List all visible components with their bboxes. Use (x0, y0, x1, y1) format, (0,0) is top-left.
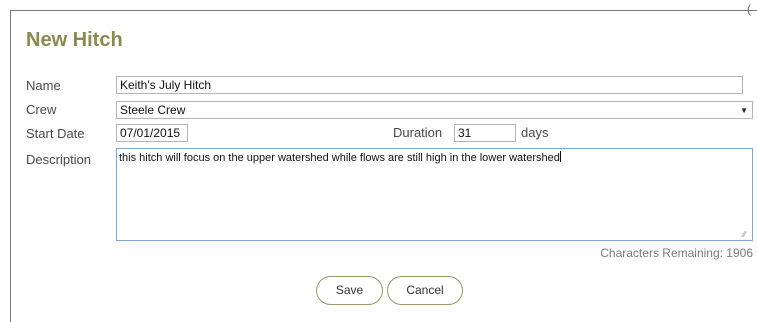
duration-unit-label: days (521, 125, 549, 140)
dialog-title: New Hitch (26, 29, 123, 51)
cancel-button[interactable]: Cancel (387, 276, 463, 305)
dialog-left-border (10, 10, 11, 322)
characters-remaining: Characters Remaining: 1906 (600, 246, 753, 260)
dropdown-arrow-icon: ▼ (740, 106, 748, 115)
crew-select[interactable]: Steele Crew ▼ (116, 101, 753, 119)
start-date-label: Start Date (26, 126, 85, 141)
description-textarea[interactable]: this hitch will focus on the upper water… (116, 148, 753, 241)
start-date-input[interactable]: 07/01/2015 (116, 124, 188, 142)
crew-select-value: Steele Crew (120, 103, 186, 117)
duration-label: Duration (393, 125, 443, 140)
name-input[interactable]: Keith's July Hitch (116, 76, 743, 94)
duration-input[interactable]: 31 (454, 124, 516, 142)
text-caret (559, 151, 561, 162)
dialog-top-border (10, 10, 757, 11)
save-button[interactable]: Save (316, 276, 383, 305)
name-label: Name (26, 78, 61, 93)
new-hitch-dialog: ( New Hitch Name Keith's July Hitch Crew… (0, 0, 757, 322)
crew-label: Crew (26, 102, 57, 117)
close-icon[interactable]: ( (747, 2, 757, 16)
description-text: this hitch will focus on the upper water… (119, 152, 560, 164)
resize-grip-icon[interactable]: ⁄⁄ (743, 231, 751, 239)
description-label: Description (26, 152, 92, 167)
